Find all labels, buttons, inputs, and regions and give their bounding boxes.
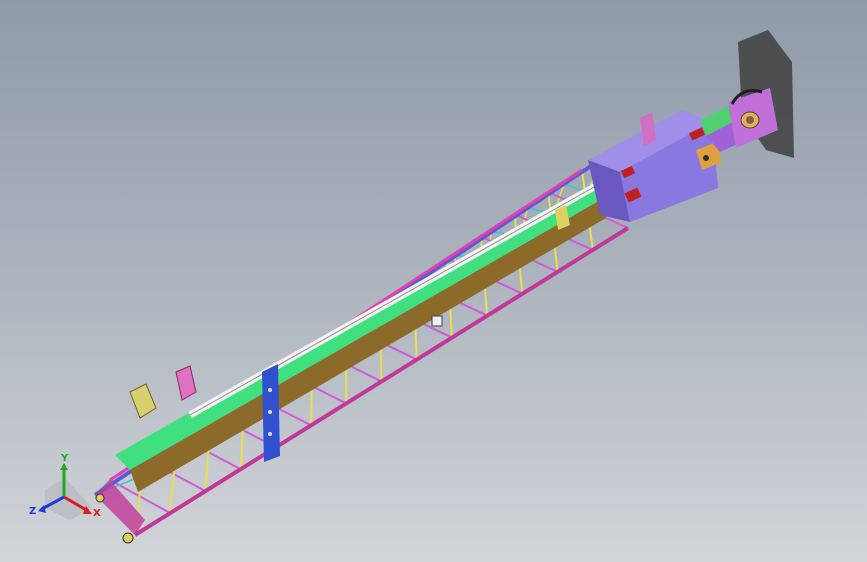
head-box xyxy=(588,110,722,222)
cad-viewport[interactable]: Y X Z xyxy=(0,0,867,562)
view-triad[interactable]: Y X Z xyxy=(29,453,101,520)
x-axis-label: X xyxy=(93,508,101,519)
y-axis-label: Y xyxy=(60,453,69,464)
z-axis-label: Z xyxy=(29,506,36,517)
boom-lattice xyxy=(93,158,630,544)
boom-model-canvas[interactable]: Y X Z xyxy=(0,0,867,562)
